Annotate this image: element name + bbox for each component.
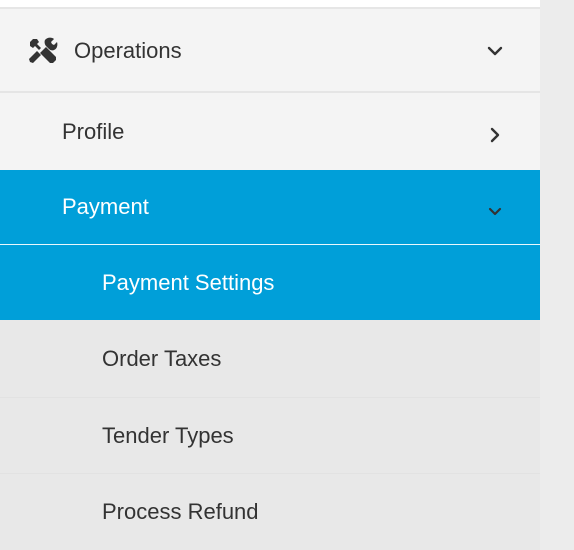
sidebar-item-profile[interactable]: Profile [0,93,540,170]
sidebar-item-operations[interactable]: Operations [0,11,540,93]
submenu-item-order-taxes[interactable]: Order Taxes [0,320,540,397]
navigation-sidebar: Operations Profile Payment Payment Setti… [0,0,540,550]
sidebar-item-label: Payment [62,194,149,219]
submenu-item-tender-types[interactable]: Tender Types [0,397,540,473]
tools-icon [29,37,58,63]
chevron-down-icon[interactable] [486,42,504,60]
chevron-down-icon[interactable] [486,202,504,220]
sidebar-item-payment[interactable]: Payment [0,170,540,244]
submenu-item-label: Payment Settings [102,269,275,295]
submenu-item-label: Process Refund [102,499,259,524]
sidebar-item-label: Profile [62,118,125,144]
submenu-item-process-refund[interactable]: Process Refund [0,473,540,550]
submenu-item-label: Tender Types [102,422,234,448]
sidebar-item-label: Operations [74,38,182,63]
submenu-item-label: Order Taxes [102,345,222,371]
submenu-item-payment-settings[interactable]: Payment Settings [0,245,540,320]
top-divider [0,0,540,9]
content-area [540,0,574,550]
chevron-right-icon[interactable] [486,126,504,144]
